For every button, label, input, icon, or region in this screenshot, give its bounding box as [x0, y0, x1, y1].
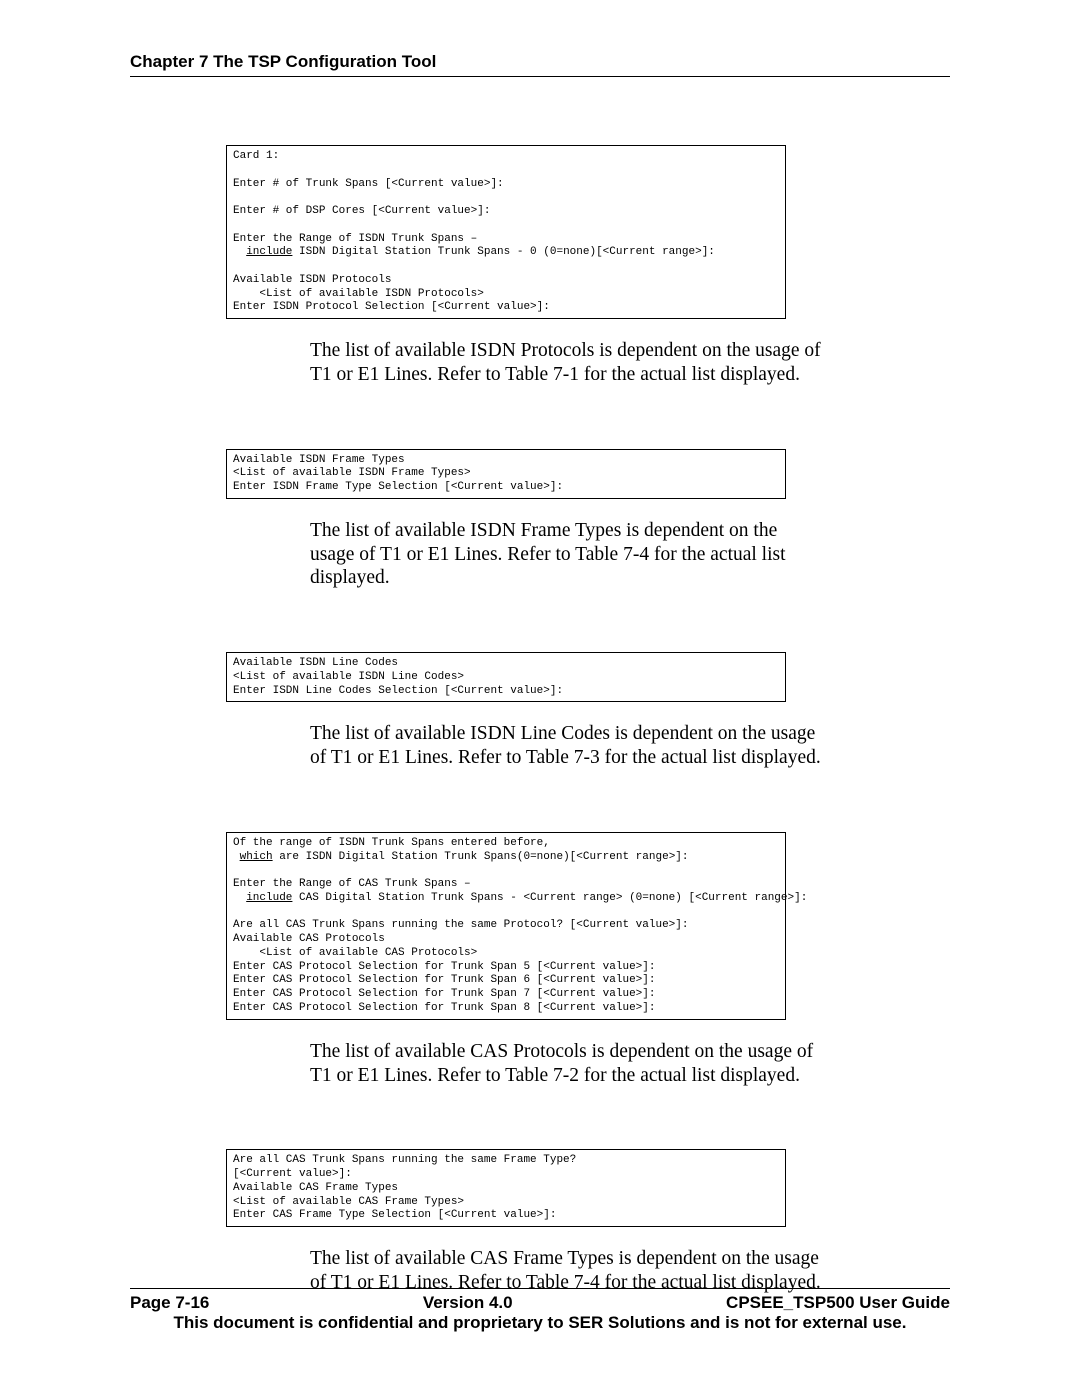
document-page: Chapter 7 The TSP Configuration Tool Car…	[0, 0, 1080, 1397]
content-area: Card 1: Enter # of Trunk Spans [<Current…	[226, 145, 786, 1295]
footer-version: Version 4.0	[423, 1293, 513, 1313]
code-block-4: Of the range of ISDN Trunk Spans entered…	[226, 832, 786, 1020]
chapter-header: Chapter 7 The TSP Configuration Tool	[130, 52, 950, 76]
footer-line-1: Page 7-16 Version 4.0 CPSEE_TSP500 User …	[130, 1293, 950, 1313]
para-3: The list of available ISDN Line Codes is…	[310, 722, 826, 770]
page-footer: Page 7-16 Version 4.0 CPSEE_TSP500 User …	[130, 1288, 950, 1333]
footer-page-number: Page 7-16	[130, 1293, 209, 1313]
header-rule	[130, 76, 950, 77]
code-block-1: Card 1: Enter # of Trunk Spans [<Current…	[226, 145, 786, 319]
para-4: The list of available CAS Protocols is d…	[310, 1040, 826, 1088]
footer-guide-name: CPSEE_TSP500 User Guide	[726, 1293, 950, 1313]
footer-confidential: This document is confidential and propri…	[130, 1313, 950, 1333]
code-block-3: Available ISDN Line Codes <List of avail…	[226, 652, 786, 702]
para-1: The list of available ISDN Protocols is …	[310, 339, 826, 387]
code-block-5: Are all CAS Trunk Spans running the same…	[226, 1149, 786, 1227]
para-2: The list of available ISDN Frame Types i…	[310, 519, 826, 590]
code-block-2: Available ISDN Frame Types <List of avai…	[226, 449, 786, 499]
footer-rule	[130, 1288, 950, 1289]
